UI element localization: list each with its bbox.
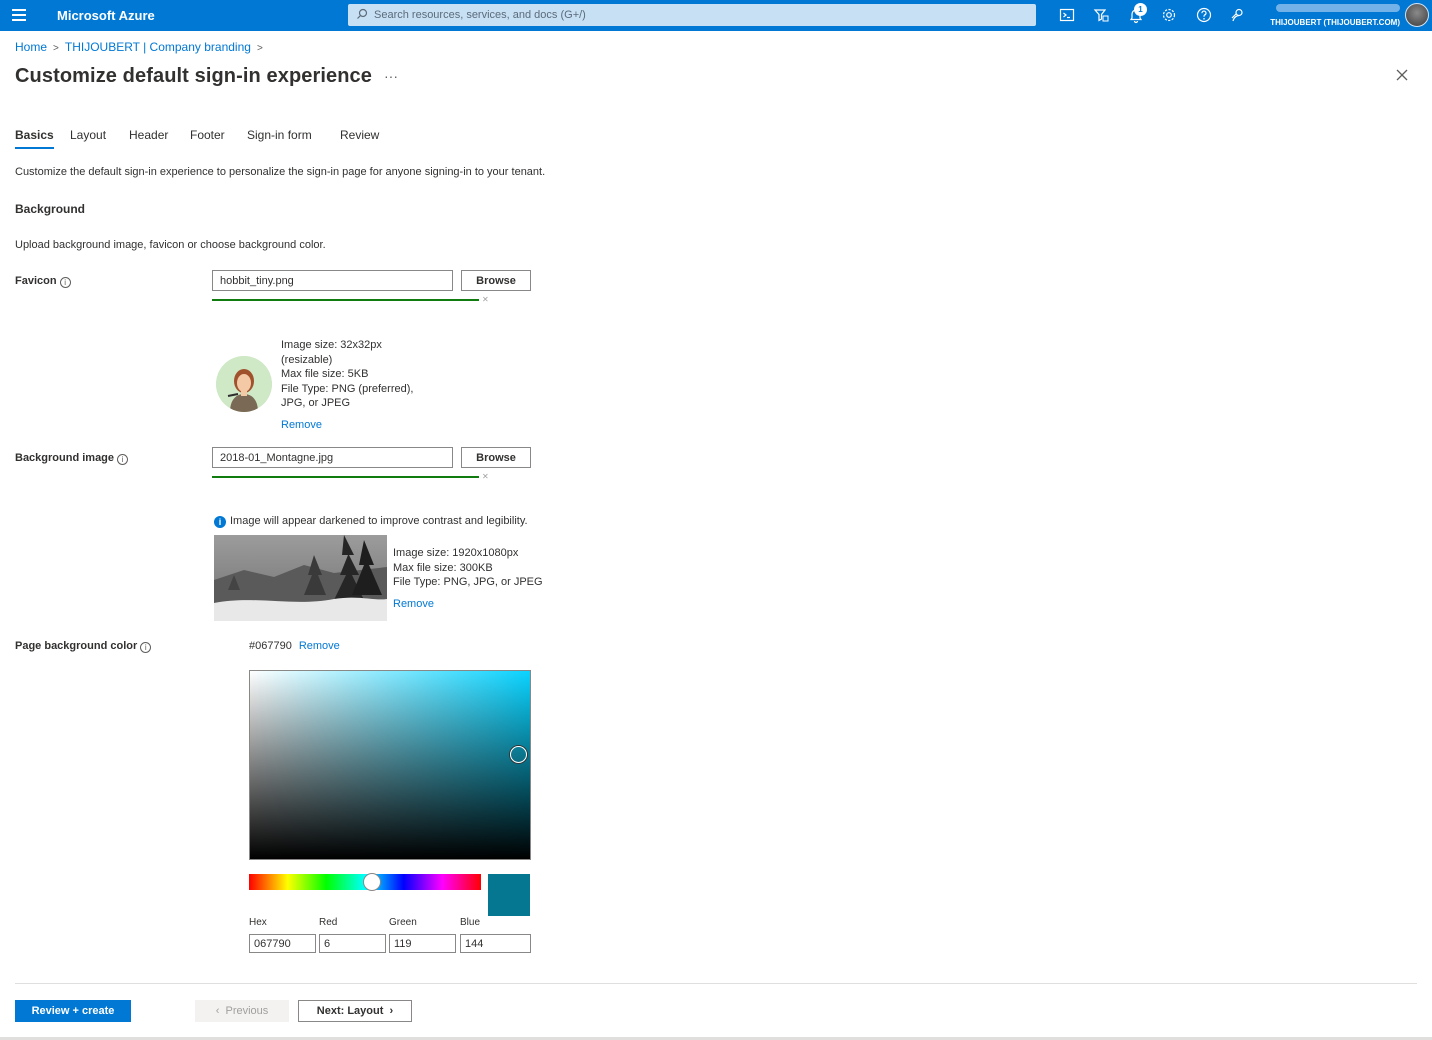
color-preview-swatch xyxy=(488,874,530,916)
more-options-icon[interactable]: ··· xyxy=(384,68,398,84)
blue-input[interactable] xyxy=(460,934,531,953)
background-heading: Background xyxy=(15,202,86,216)
color-picker-thumb[interactable] xyxy=(510,746,527,763)
chevron-right-icon: > xyxy=(53,43,59,54)
breadcrumb-home[interactable]: Home xyxy=(15,40,47,54)
page-background-color-label: Page background color i xyxy=(15,640,152,653)
page-title: Customize default sign-in experience xyxy=(15,65,373,87)
tab-layout[interactable]: Layout xyxy=(70,128,106,142)
green-label: Green xyxy=(389,917,417,928)
tab-header[interactable]: Header xyxy=(129,128,168,142)
background-image-file-field[interactable] xyxy=(212,447,453,468)
background-image-browse-button[interactable]: Browse xyxy=(461,447,531,468)
info-icon[interactable]: i xyxy=(140,642,152,653)
blue-label: Blue xyxy=(460,917,481,928)
color-saturation-area[interactable] xyxy=(249,670,531,860)
info-icon[interactable]: i xyxy=(117,454,129,465)
breadcrumb-company-branding[interactable]: THIJOUBERT | Company branding xyxy=(65,40,251,54)
background-image-remove-link[interactable]: Remove xyxy=(393,598,434,610)
info-icon[interactable]: i xyxy=(59,277,71,288)
settings-icon[interactable] xyxy=(1160,6,1178,24)
tab-footer[interactable]: Footer xyxy=(190,128,225,142)
cloud-shell-icon[interactable] xyxy=(1058,6,1076,24)
notification-badge: 1 xyxy=(1134,3,1147,16)
favicon-label: Favicon i xyxy=(15,275,71,288)
help-icon[interactable] xyxy=(1195,6,1213,24)
background-image-preview xyxy=(214,535,387,621)
menu-icon[interactable] xyxy=(12,9,26,21)
review-create-button[interactable]: Review + create xyxy=(15,1000,131,1022)
hex-input[interactable] xyxy=(249,934,316,953)
darken-notice: i Image will appear darkened to improve c… xyxy=(214,515,528,528)
account-info[interactable]: THIJOUBERT (THIJOUBERT.COM) xyxy=(1268,4,1400,27)
chevron-right-icon: › xyxy=(389,1005,394,1017)
page-description: Customize the default sign-in experience… xyxy=(15,166,546,178)
favicon-file-field[interactable] xyxy=(212,270,453,291)
previous-button[interactable]: ‹ Previous xyxy=(195,1000,289,1022)
next-layout-button[interactable]: Next: Layout › xyxy=(298,1000,412,1022)
footer-divider xyxy=(15,983,1417,984)
favicon-browse-button[interactable]: Browse xyxy=(461,270,531,291)
global-search[interactable] xyxy=(348,4,1036,26)
tab-sign-in-form[interactable]: Sign-in form xyxy=(247,128,312,142)
chevron-left-icon: ‹ xyxy=(215,1005,220,1017)
favicon-preview xyxy=(216,356,272,412)
search-icon xyxy=(357,8,368,19)
chevron-right-icon: > xyxy=(256,43,263,54)
background-image-requirements: Image size: 1920x1080px Max file size: 3… xyxy=(393,547,543,589)
background-image-label: Background image i xyxy=(15,452,129,465)
favicon-remove-link[interactable]: Remove xyxy=(281,419,322,431)
dismiss-icon[interactable]: ✕ xyxy=(482,295,489,304)
hue-slider-thumb[interactable] xyxy=(363,873,381,891)
tab-basics[interactable]: Basics xyxy=(15,128,54,149)
dismiss-icon[interactable]: ✕ xyxy=(482,472,489,481)
account-email-redacted xyxy=(1276,4,1400,12)
tenant-name: THIJOUBERT (THIJOUBERT.COM) xyxy=(1270,18,1400,27)
breadcrumb: Home > THIJOUBERT | Company branding > xyxy=(15,40,269,54)
avatar[interactable] xyxy=(1405,3,1429,27)
red-label: Red xyxy=(319,917,338,928)
hex-label: Hex xyxy=(249,917,267,928)
directory-filter-icon[interactable] xyxy=(1092,6,1110,24)
close-icon[interactable] xyxy=(1394,67,1410,83)
green-input[interactable] xyxy=(389,934,456,953)
info-filled-icon: i xyxy=(214,516,226,528)
red-input[interactable] xyxy=(319,934,386,953)
feedback-icon[interactable] xyxy=(1229,6,1247,24)
background-image-upload-progress xyxy=(212,476,479,478)
brand-name[interactable]: Microsoft Azure xyxy=(57,8,155,23)
tab-review[interactable]: Review xyxy=(340,128,379,142)
color-remove-link[interactable]: Remove xyxy=(299,640,340,652)
favicon-requirements: Image size: 32x32px (resizable) Max file… xyxy=(281,339,414,410)
color-value: #067790 Remove xyxy=(249,640,340,652)
search-input[interactable] xyxy=(374,6,1014,24)
favicon-upload-progress xyxy=(212,299,479,301)
background-description: Upload background image, favicon or choo… xyxy=(15,239,326,251)
top-bar: Microsoft Azure 1 THIJOUBERT (THIJOUBERT… xyxy=(0,0,1432,31)
